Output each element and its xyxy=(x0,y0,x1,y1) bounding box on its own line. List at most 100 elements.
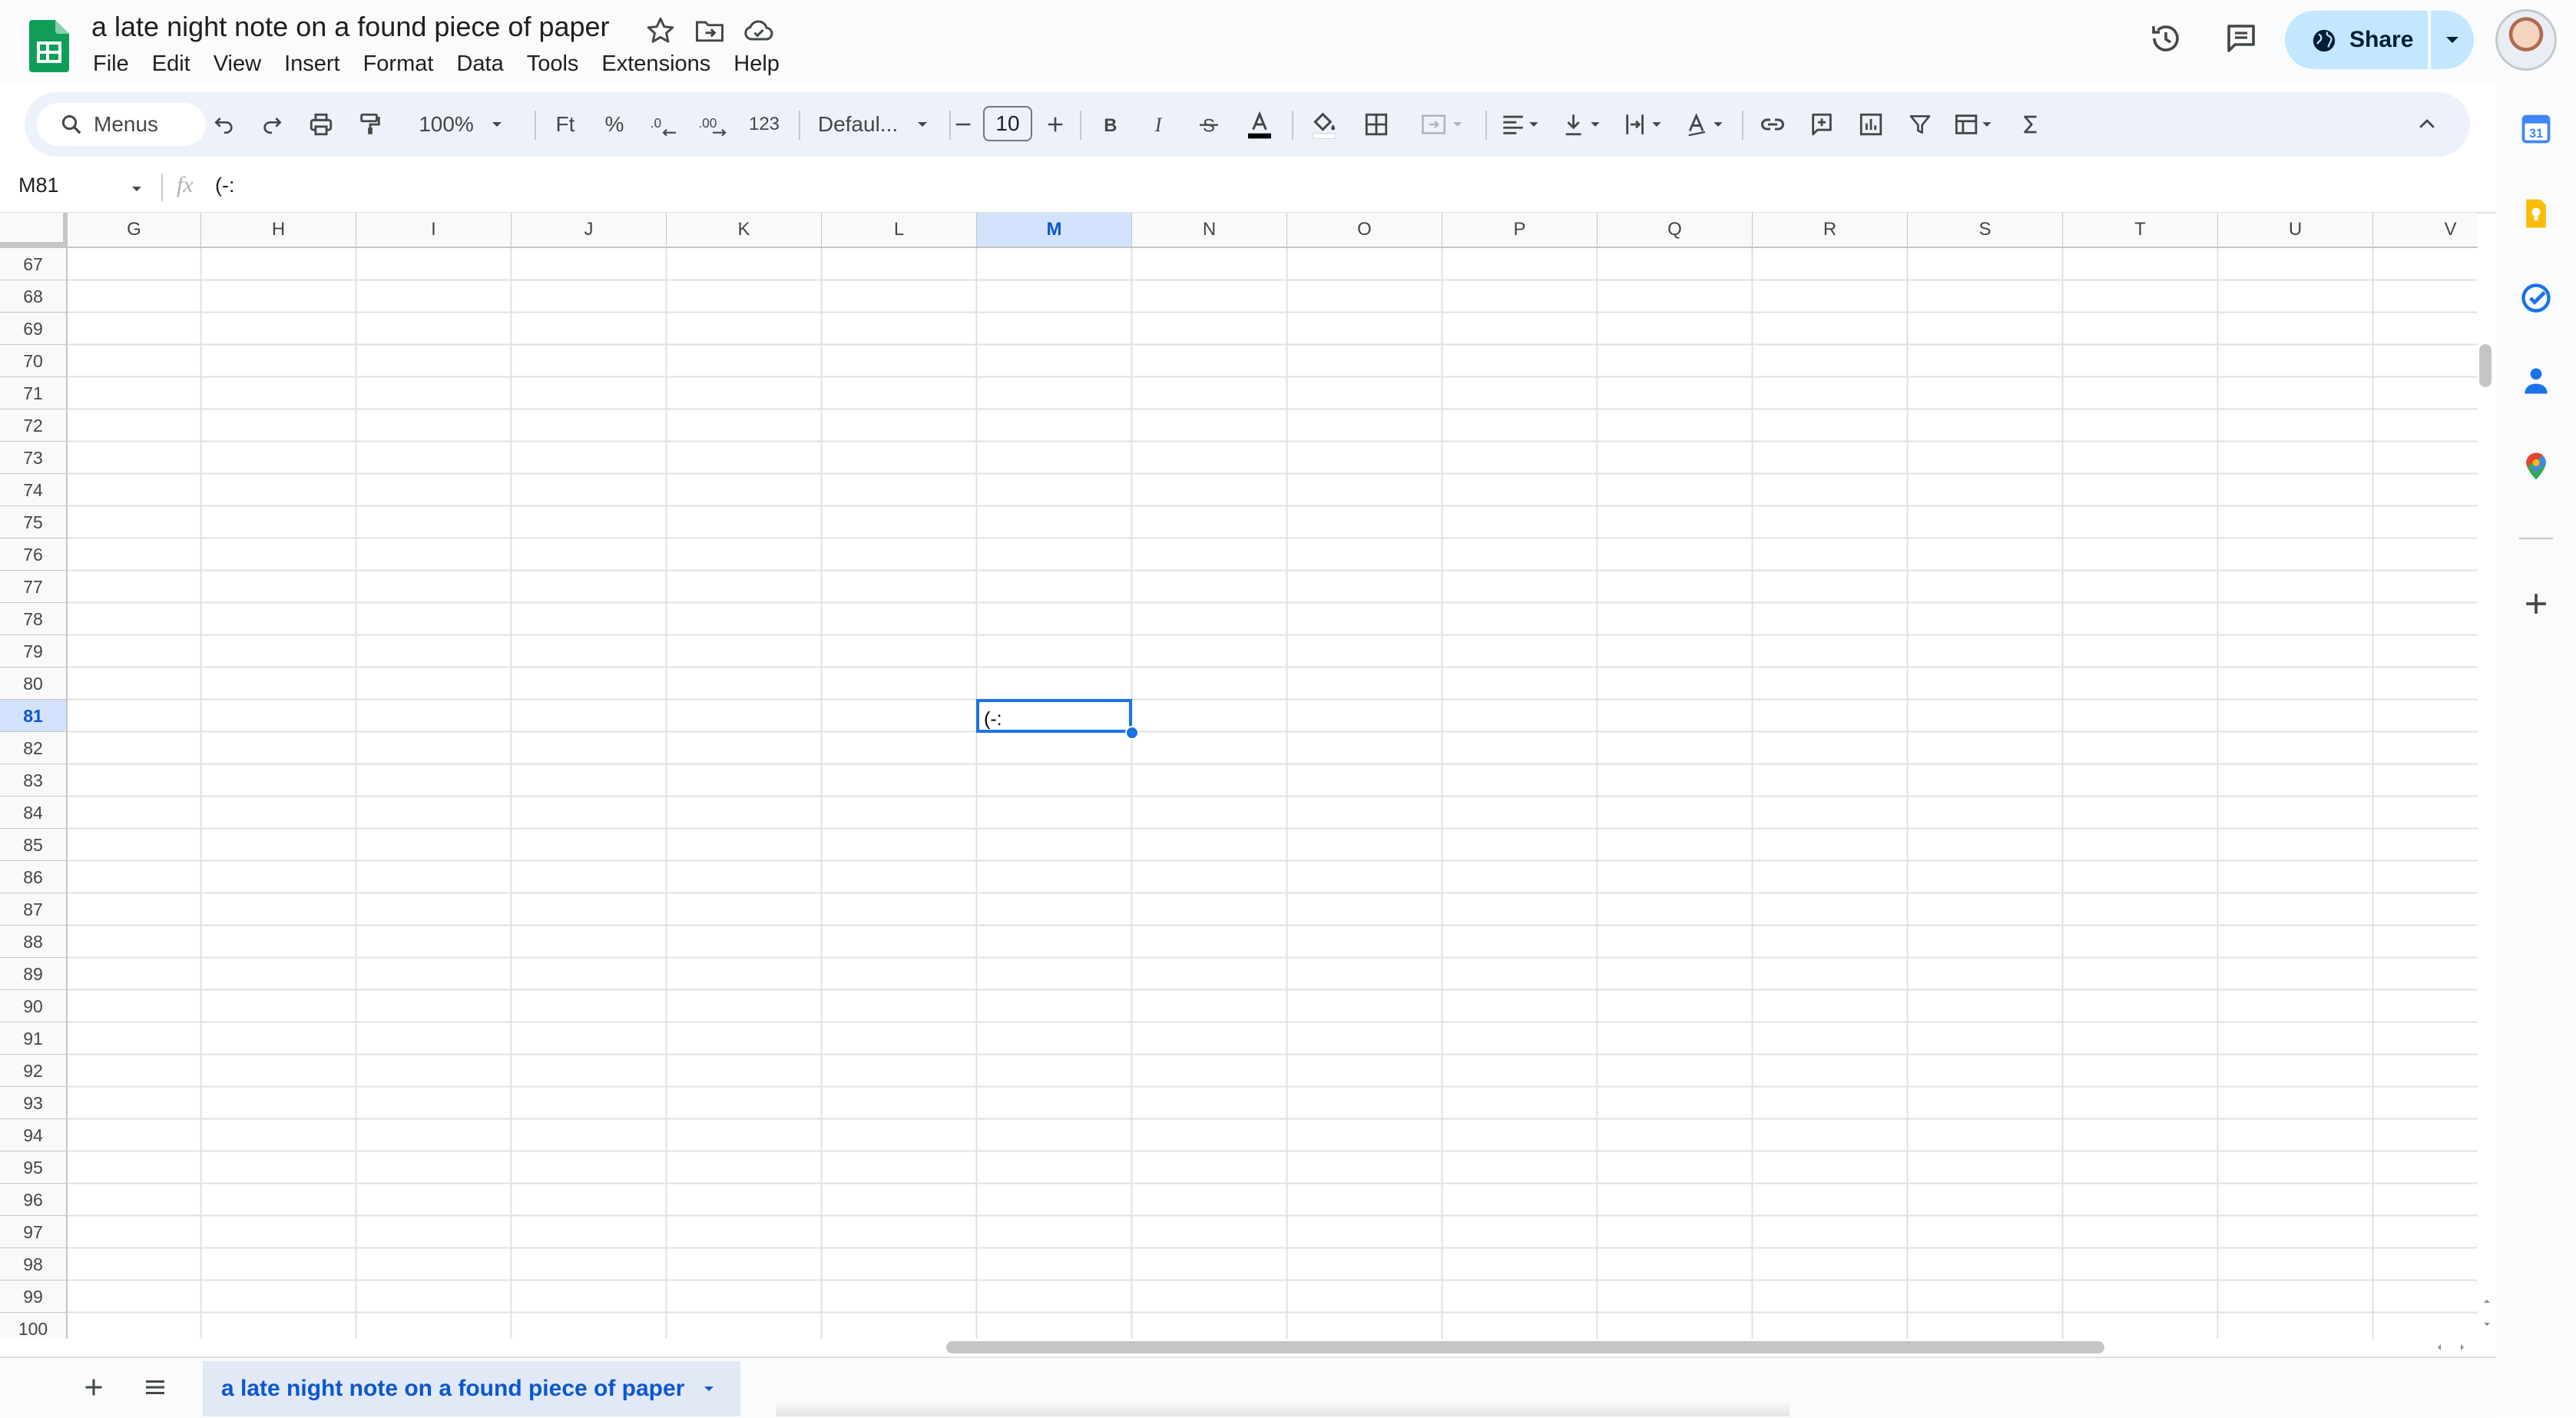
column-header-o[interactable]: O xyxy=(1287,213,1442,247)
row-header-88[interactable]: 88 xyxy=(0,926,68,958)
row-header-85[interactable]: 85 xyxy=(0,829,68,861)
menu-file[interactable]: File xyxy=(81,48,141,80)
account-avatar[interactable] xyxy=(2495,9,2557,71)
contacts-icon[interactable] xyxy=(2519,364,2553,398)
fill-handle[interactable] xyxy=(1125,726,1139,740)
chevron-down-icon[interactable] xyxy=(129,181,144,200)
menu-format[interactable]: Format xyxy=(352,48,445,80)
menus-search-box[interactable]: Menus xyxy=(37,103,206,146)
horizontal-scrollbar[interactable] xyxy=(946,1341,2104,1353)
maps-icon[interactable] xyxy=(2519,449,2553,482)
text-wrapping-icon[interactable] xyxy=(1614,92,1673,157)
row-header-72[interactable]: 72 xyxy=(0,409,68,442)
functions-icon[interactable] xyxy=(2006,92,2055,157)
column-header-l[interactable]: L xyxy=(822,213,977,247)
row-header-75[interactable]: 75 xyxy=(0,506,68,538)
name-box[interactable]: M81 xyxy=(18,174,59,197)
row-header-80[interactable]: 80 xyxy=(0,668,68,700)
menu-help[interactable]: Help xyxy=(722,48,791,80)
active-cell[interactable]: (-: xyxy=(976,699,1132,733)
column-header-v[interactable]: V xyxy=(2373,213,2478,247)
row-header-92[interactable]: 92 xyxy=(0,1055,68,1087)
vertical-scrollbar[interactable] xyxy=(2479,344,2492,387)
comments-icon[interactable] xyxy=(2223,20,2260,57)
row-header-77[interactable]: 77 xyxy=(0,571,68,603)
row-header-70[interactable]: 70 xyxy=(0,345,68,377)
scroll-left-arrow-icon[interactable] xyxy=(2433,1341,2445,1357)
row-header-84[interactable]: 84 xyxy=(0,797,68,829)
column-header-n[interactable]: N xyxy=(1132,213,1287,247)
row-header-68[interactable]: 68 xyxy=(0,280,68,313)
filter-views-icon[interactable] xyxy=(1945,92,2003,157)
column-header-p[interactable]: P xyxy=(1442,213,1598,247)
share-options-button[interactable] xyxy=(2431,11,2474,69)
italic-icon[interactable]: I xyxy=(1137,92,1183,157)
version-history-icon[interactable] xyxy=(2147,20,2184,57)
redo-icon[interactable] xyxy=(249,92,295,157)
filter-icon[interactable] xyxy=(1896,92,1945,157)
undo-icon[interactable] xyxy=(201,92,247,157)
scroll-down-arrow-icon[interactable] xyxy=(2481,1318,2493,1334)
formula-input[interactable]: (-: xyxy=(215,174,234,197)
row-header-87[interactable]: 87 xyxy=(0,893,68,926)
row-header-76[interactable]: 76 xyxy=(0,538,68,571)
menu-extensions[interactable]: Extensions xyxy=(590,48,722,80)
row-header-73[interactable]: 73 xyxy=(0,442,68,474)
row-header-89[interactable]: 89 xyxy=(0,958,68,990)
row-header-91[interactable]: 91 xyxy=(0,1022,68,1055)
increase-font-size-icon[interactable] xyxy=(1038,92,1072,157)
row-header-100[interactable]: 100 xyxy=(0,1313,68,1339)
column-header-i[interactable]: I xyxy=(356,213,512,247)
column-header-r[interactable]: R xyxy=(1753,213,1908,247)
row-header-67[interactable]: 67 xyxy=(0,248,68,280)
add-sheet-icon[interactable] xyxy=(80,1373,108,1401)
collapse-toolbar-icon[interactable] xyxy=(2402,92,2452,157)
column-header-s[interactable]: S xyxy=(1908,213,2063,247)
column-header-k[interactable]: K xyxy=(667,213,822,247)
share-button[interactable]: Share xyxy=(2285,11,2428,69)
row-header-78[interactable]: 78 xyxy=(0,603,68,635)
text-color-icon[interactable] xyxy=(1235,92,1284,157)
calendar-icon[interactable]: 31 xyxy=(2519,112,2553,146)
cell-area[interactable]: (-: xyxy=(68,248,2478,1339)
column-header-j[interactable]: J xyxy=(512,213,667,247)
column-header-m[interactable]: M xyxy=(977,213,1132,247)
borders-icon[interactable] xyxy=(1352,92,1401,157)
cloud-saved-icon[interactable] xyxy=(742,14,776,48)
more-formats-button[interactable]: 123 xyxy=(737,92,791,157)
spreadsheet-grid[interactable]: GHIJKLMNOPQRSTUV 67 68 69 70 71 72 73 74 75 76 77 7… xyxy=(0,213,2478,1339)
sheets-logo-icon[interactable] xyxy=(29,20,69,72)
row-header-86[interactable]: 86 xyxy=(0,861,68,893)
document-title[interactable]: a late night note on a found piece of pa… xyxy=(91,11,610,43)
bold-icon[interactable]: B xyxy=(1088,92,1134,157)
row-header-79[interactable]: 79 xyxy=(0,635,68,668)
select-all-corner[interactable] xyxy=(0,213,68,247)
increase-decimal-icon[interactable]: .00 xyxy=(688,92,737,157)
row-header-97[interactable]: 97 xyxy=(0,1216,68,1248)
strikethrough-icon[interactable]: S xyxy=(1186,92,1232,157)
insert-comment-icon[interactable] xyxy=(1797,92,1846,157)
decrease-decimal-icon[interactable]: .0 xyxy=(639,92,688,157)
decrease-font-size-icon[interactable] xyxy=(946,92,980,157)
row-header-82[interactable]: 82 xyxy=(0,732,68,764)
menu-insert[interactable]: Insert xyxy=(273,48,352,80)
column-header-g[interactable]: G xyxy=(68,213,201,247)
row-header-83[interactable]: 83 xyxy=(0,764,68,797)
scroll-up-arrow-icon[interactable] xyxy=(2481,1295,2493,1311)
font-size-input[interactable] xyxy=(983,106,1032,141)
zoom-select[interactable]: 100% xyxy=(396,92,527,157)
row-header-74[interactable]: 74 xyxy=(0,474,68,506)
row-header-90[interactable]: 90 xyxy=(0,990,68,1022)
percent-format-button[interactable]: % xyxy=(590,92,639,157)
insert-link-icon[interactable] xyxy=(1748,92,1797,157)
menu-tools[interactable]: Tools xyxy=(515,48,591,80)
scroll-right-arrow-icon[interactable] xyxy=(2456,1341,2468,1357)
add-addon-icon[interactable] xyxy=(2519,587,2553,621)
row-header-96[interactable]: 96 xyxy=(0,1184,68,1216)
column-header-t[interactable]: T xyxy=(2063,213,2218,247)
row-header-71[interactable]: 71 xyxy=(0,377,68,409)
tasks-icon[interactable] xyxy=(2519,281,2553,315)
row-header-94[interactable]: 94 xyxy=(0,1119,68,1151)
menu-view[interactable]: View xyxy=(202,48,273,80)
column-header-u[interactable]: U xyxy=(2218,213,2373,247)
